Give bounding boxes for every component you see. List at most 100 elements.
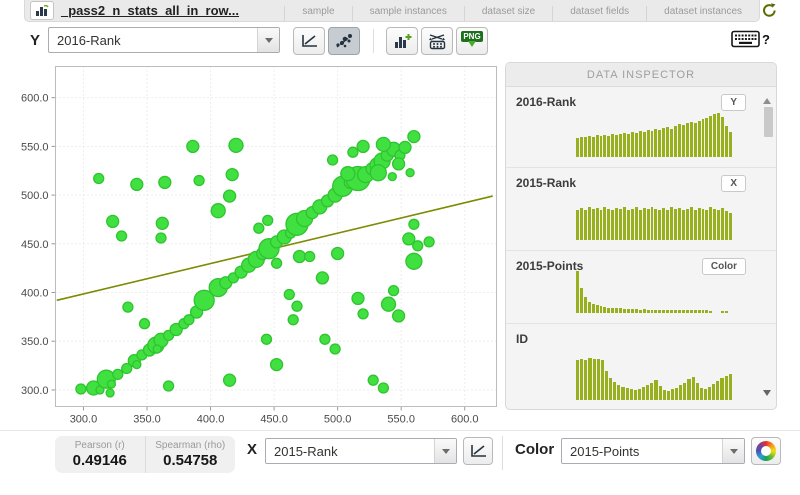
scatter-point[interactable] — [315, 271, 330, 285]
histogram-bar — [626, 210, 630, 240]
field-role-badge[interactable]: X — [721, 175, 746, 192]
scatter-point[interactable] — [340, 166, 356, 182]
scatter-point[interactable] — [210, 203, 226, 219]
scatter-point[interactable] — [115, 230, 128, 242]
histogram-bar — [646, 385, 650, 400]
tab-sample-instances[interactable]: sample instances — [351, 6, 464, 21]
scatter-point[interactable] — [253, 222, 265, 234]
tab-dataset-size[interactable]: dataset size — [463, 6, 552, 21]
histogram-bar — [658, 310, 662, 313]
scatter-point[interactable] — [262, 214, 274, 227]
scatter-point[interactable] — [408, 218, 420, 230]
reshuffle-sample-button[interactable] — [421, 27, 453, 55]
scatter-point[interactable] — [367, 374, 379, 386]
scatter-point[interactable] — [106, 214, 120, 229]
scatter-point[interactable] — [105, 388, 115, 398]
add-chart-button[interactable] — [386, 27, 418, 55]
scatter-point[interactable] — [330, 246, 345, 261]
scatter-point[interactable] — [122, 301, 134, 313]
tab-sample[interactable]: sample — [284, 6, 351, 21]
dataset-title[interactable]: _pass2_n_stats_all_in_row... — [61, 3, 239, 18]
scatter-point[interactable] — [152, 344, 162, 354]
histogram-bar — [689, 122, 693, 157]
tab-dataset-fields[interactable]: dataset fields — [552, 6, 646, 21]
histogram-bar — [725, 311, 728, 313]
png-export-button[interactable]: PNG — [456, 27, 488, 55]
histogram-bar — [728, 132, 732, 157]
scatter-point[interactable] — [155, 216, 169, 230]
scatter-point[interactable] — [391, 157, 406, 171]
scatter-point[interactable] — [356, 139, 370, 154]
histogram-bar — [708, 387, 712, 400]
scatter-chart-button[interactable] — [328, 27, 360, 55]
scatter-point[interactable] — [162, 380, 175, 392]
scatter-point[interactable] — [158, 175, 172, 190]
scrollbar-thumb[interactable] — [764, 107, 773, 137]
scatter-point[interactable] — [222, 189, 237, 203]
scatter-point[interactable] — [155, 232, 167, 244]
x-scale-button[interactable] — [463, 437, 493, 465]
histogram-bar — [701, 209, 705, 240]
scroll-up-icon[interactable] — [763, 94, 771, 104]
scatter-point[interactable] — [193, 174, 205, 187]
refresh-icon[interactable] — [761, 2, 778, 19]
scatter-point[interactable] — [375, 136, 392, 153]
line-chart-button[interactable] — [293, 27, 325, 55]
scatter-point[interactable] — [357, 308, 369, 320]
scatter-point[interactable] — [351, 291, 365, 306]
color-wheel-button[interactable] — [751, 437, 781, 465]
y-field-select[interactable]: 2016-Rank — [48, 27, 280, 53]
scatter-point[interactable] — [387, 284, 400, 297]
scatter-point[interactable] — [405, 252, 423, 270]
scatter-point[interactable] — [186, 139, 200, 154]
scatter-point[interactable] — [407, 129, 421, 144]
scatter-point[interactable] — [106, 379, 117, 389]
scatter-point[interactable] — [380, 296, 397, 312]
scatter-point[interactable] — [291, 300, 303, 312]
histogram-bar — [576, 271, 579, 313]
scatter-point[interactable] — [75, 383, 87, 395]
scatter-point[interactable] — [405, 168, 415, 178]
scatter-point[interactable] — [287, 314, 299, 326]
scatter-point[interactable] — [369, 164, 387, 182]
shuffle-icon — [428, 33, 445, 49]
scatter-point[interactable] — [398, 140, 412, 155]
scatter-point[interactable] — [93, 172, 105, 185]
scatter-point[interactable] — [292, 249, 307, 264]
scatter-point[interactable] — [270, 257, 283, 269]
scatter-point[interactable] — [423, 236, 435, 248]
scatter-point[interactable] — [304, 250, 316, 263]
chart-menu-button[interactable] — [30, 1, 54, 20]
y-select-arrow[interactable] — [257, 28, 279, 52]
scatter-point[interactable] — [260, 333, 273, 345]
x-tick-label: 550.0 — [387, 414, 415, 426]
scatter-point[interactable] — [326, 154, 339, 166]
scatter-point[interactable] — [269, 357, 284, 372]
scatter-point[interactable] — [228, 137, 244, 154]
scatter-point[interactable] — [412, 240, 424, 252]
scatter-point[interactable] — [377, 382, 390, 394]
scatter-point[interactable] — [222, 373, 237, 387]
x-select-arrow[interactable] — [434, 439, 456, 463]
scatter-point[interactable] — [387, 171, 397, 182]
scatter-point[interactable] — [132, 359, 142, 370]
x-field-select[interactable]: 2015-Rank — [265, 438, 457, 464]
scatter-point[interactable] — [319, 333, 331, 345]
histogram-bar — [709, 207, 713, 240]
color-field-select[interactable]: 2015-Points — [561, 438, 745, 464]
y-tick-label: 450.0 — [21, 239, 49, 251]
scatter-point[interactable] — [347, 146, 359, 158]
scatter-point[interactable] — [112, 368, 124, 381]
scatter-point[interactable] — [130, 177, 144, 192]
color-select-arrow[interactable] — [722, 439, 744, 463]
scatter-point[interactable] — [391, 309, 406, 323]
tab-dataset-instances[interactable]: dataset instances — [646, 6, 759, 21]
histogram-bar — [717, 113, 721, 157]
histogram-bar — [613, 382, 617, 400]
keyboard-shortcuts-help[interactable]: ? — [731, 30, 770, 48]
scatter-point[interactable] — [138, 318, 151, 330]
scatter-point[interactable] — [225, 167, 239, 182]
scatter-point[interactable] — [329, 343, 341, 355]
scatter-point[interactable] — [283, 288, 295, 301]
scroll-down-icon[interactable] — [763, 390, 771, 400]
